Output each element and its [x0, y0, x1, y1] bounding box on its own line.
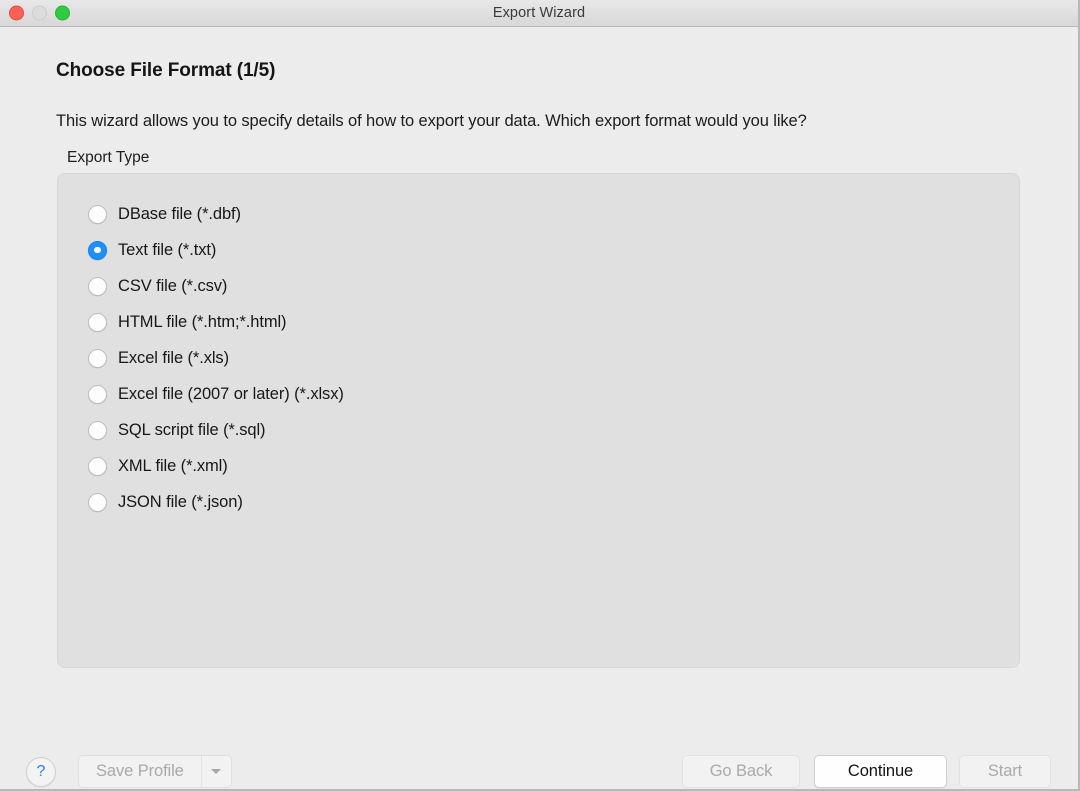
- radio-circle-icon: [88, 492, 107, 512]
- radio-label: Excel file (2007 or later) (*.xlsx): [118, 384, 344, 403]
- radio-circle-selected-icon: [88, 240, 107, 260]
- maximize-window-icon[interactable]: [55, 5, 70, 21]
- continue-button[interactable]: Continue: [814, 755, 947, 788]
- radio-circle-icon: [88, 276, 107, 296]
- close-window-icon[interactable]: [9, 5, 24, 21]
- save-profile-button[interactable]: Save Profile: [79, 756, 202, 787]
- radio-label: CSV file (*.csv): [118, 276, 228, 295]
- export-type-group-box: DBase file (*.dbf) Text file (*.txt) CSV…: [57, 173, 1020, 668]
- radio-circle-icon: [88, 348, 107, 368]
- radio-option-html[interactable]: HTML file (*.htm;*.html): [88, 304, 344, 340]
- traffic-light-group: [9, 5, 70, 21]
- export-type-group-label: Export Type: [67, 149, 150, 166]
- radio-label: Text file (*.txt): [118, 240, 217, 259]
- radio-label: DBase file (*.dbf): [118, 204, 241, 223]
- minimize-window-icon: [32, 5, 47, 21]
- radio-label: JSON file (*.json): [118, 492, 243, 511]
- help-button[interactable]: ?: [26, 757, 56, 787]
- page-description: This wizard allows you to specify detail…: [56, 112, 807, 130]
- save-profile-split-button[interactable]: Save Profile: [78, 755, 232, 788]
- go-back-button[interactable]: Go Back: [682, 755, 800, 788]
- window-titlebar: Export Wizard: [0, 0, 1078, 27]
- radio-option-text[interactable]: Text file (*.txt): [88, 232, 344, 268]
- radio-option-excel-xlsx[interactable]: Excel file (2007 or later) (*.xlsx): [88, 376, 344, 412]
- radio-option-sql[interactable]: SQL script file (*.sql): [88, 412, 344, 448]
- radio-option-xml[interactable]: XML file (*.xml): [88, 448, 344, 484]
- radio-label: SQL script file (*.sql): [118, 420, 266, 439]
- radio-circle-icon: [88, 204, 107, 224]
- radio-circle-icon: [88, 420, 107, 440]
- radio-option-dbase[interactable]: DBase file (*.dbf): [88, 196, 344, 232]
- start-button[interactable]: Start: [959, 755, 1051, 788]
- radio-label: HTML file (*.htm;*.html): [118, 312, 287, 331]
- radio-option-excel-xls[interactable]: Excel file (*.xls): [88, 340, 344, 376]
- chevron-down-icon: [211, 769, 222, 774]
- save-profile-dropdown-button[interactable]: [202, 756, 231, 787]
- radio-circle-icon: [88, 456, 107, 476]
- export-wizard-window: Export Wizard Choose File Format (1/5) T…: [0, 0, 1080, 791]
- radio-label: XML file (*.xml): [118, 456, 228, 475]
- page-title: Choose File Format (1/5): [56, 60, 276, 81]
- window-title: Export Wizard: [492, 5, 586, 21]
- dialog-content: Choose File Format (1/5) This wizard all…: [0, 27, 1078, 789]
- export-type-radio-list: DBase file (*.dbf) Text file (*.txt) CSV…: [88, 196, 344, 520]
- radio-option-json[interactable]: JSON file (*.json): [88, 484, 344, 520]
- radio-option-csv[interactable]: CSV file (*.csv): [88, 268, 344, 304]
- radio-label: Excel file (*.xls): [118, 348, 229, 367]
- radio-circle-icon: [88, 384, 107, 404]
- radio-circle-icon: [88, 312, 107, 332]
